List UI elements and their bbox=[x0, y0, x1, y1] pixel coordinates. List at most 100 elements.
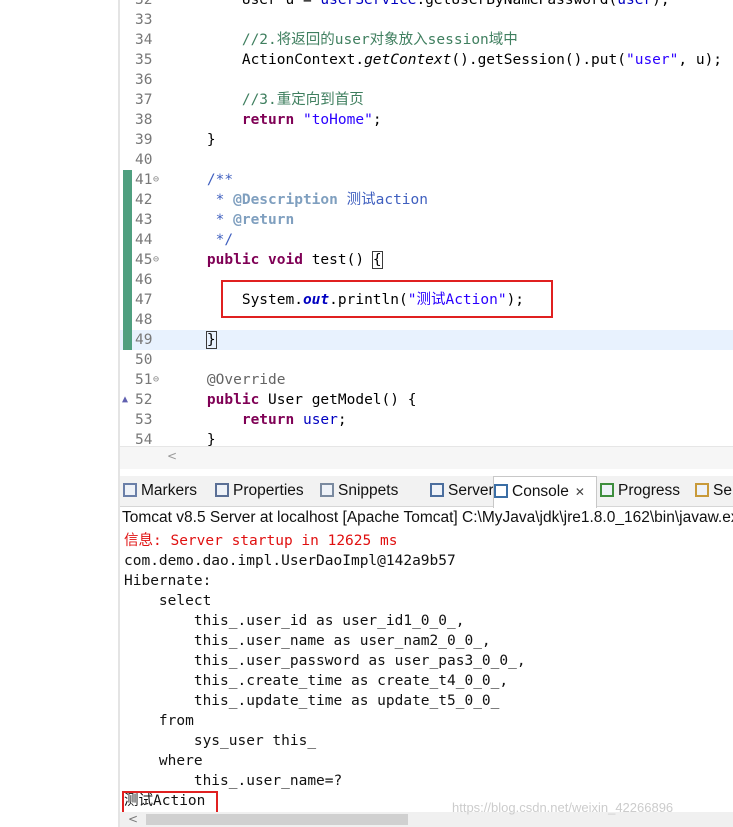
code-line[interactable]: 32 User u = userService.getUserByNamePas… bbox=[120, 0, 733, 10]
line-number: 36 bbox=[135, 72, 153, 88]
code-text: * @return bbox=[172, 212, 295, 228]
tab-properties[interactable]: Properties bbox=[215, 476, 304, 506]
change-marker bbox=[123, 330, 132, 350]
editor-horizontal-scrollbar[interactable]: < bbox=[120, 446, 733, 469]
code-line[interactable]: 34 //2.将返回的user对象放入session域中 bbox=[120, 30, 733, 50]
console-line: this_.user_name as user_nam2_0_0_, bbox=[124, 633, 491, 649]
line-number: 45 bbox=[135, 252, 153, 268]
highlight-box-println bbox=[221, 280, 553, 318]
console-line: where bbox=[124, 753, 203, 769]
console-line: this_.user_name=? bbox=[124, 773, 343, 789]
code-line[interactable]: 44 */ bbox=[120, 230, 733, 250]
code-text: public void test() { bbox=[206, 251, 383, 269]
code-text: * @Description 测试action bbox=[172, 192, 428, 208]
markers-icon bbox=[123, 483, 137, 497]
code-line[interactable]: 53 return user; bbox=[120, 410, 733, 430]
line-number: 37 bbox=[135, 92, 153, 108]
code-text: User u = userService.getUserByNamePasswo… bbox=[172, 0, 670, 8]
code-text: return "toHome"; bbox=[241, 112, 382, 128]
left-blank-area bbox=[0, 0, 118, 827]
code-line[interactable]: 35 ActionContext.getContext().getSession… bbox=[120, 50, 733, 70]
console-line: this_.create_time as create_t4_0_0_, bbox=[124, 673, 509, 689]
code-text: } bbox=[172, 132, 216, 148]
tab-se[interactable]: Se bbox=[695, 476, 732, 506]
tab-console[interactable]: Console ✕ bbox=[493, 476, 597, 508]
code-line[interactable]: 42 * @Description 测试action bbox=[120, 190, 733, 210]
code-line[interactable]: 49 } bbox=[120, 330, 733, 350]
change-marker bbox=[123, 270, 132, 290]
console-line: select bbox=[124, 593, 212, 609]
code-text: */ bbox=[172, 232, 234, 248]
code-line[interactable]: 33 bbox=[120, 10, 733, 30]
fold-toggle-icon[interactable]: ⊖ bbox=[153, 250, 159, 270]
console-line: this_.user_id as user_id1_0_0_, bbox=[124, 613, 465, 629]
tab-markers[interactable]: Markers bbox=[123, 476, 197, 506]
line-number: 41 bbox=[135, 172, 153, 188]
console-line: from bbox=[124, 713, 194, 729]
tab-progress[interactable]: Progress bbox=[600, 476, 680, 506]
code-editor[interactable]: 32 User u = userService.getUserByNamePas… bbox=[120, 0, 733, 470]
line-number: 52 bbox=[135, 392, 153, 408]
tab-label: Properties bbox=[233, 482, 304, 499]
line-number: 32 bbox=[135, 0, 153, 8]
code-line[interactable]: 43 * @return bbox=[120, 210, 733, 230]
override-marker-icon: ▲ bbox=[122, 394, 129, 405]
code-line[interactable]: 41 ⊖ /** bbox=[120, 170, 733, 190]
line-number: 46 bbox=[135, 272, 153, 288]
servers-icon bbox=[430, 483, 444, 497]
code-line[interactable]: 40 bbox=[120, 150, 733, 170]
code-line[interactable]: 51 ⊖ @Override bbox=[120, 370, 733, 390]
code-text: //3.重定向到首页 bbox=[241, 92, 364, 108]
tab-label: Se bbox=[713, 482, 732, 499]
change-marker bbox=[123, 290, 132, 310]
scrollbar-thumb[interactable] bbox=[146, 814, 408, 825]
console-line: this_.update_time as update_t5_0_0_ bbox=[124, 693, 509, 709]
line-number: 48 bbox=[135, 312, 153, 328]
code-text: //2.将返回的user对象放入session域中 bbox=[241, 32, 518, 48]
code-line[interactable]: ▲ 52 public User getModel() { bbox=[120, 390, 733, 410]
line-number: 38 bbox=[135, 112, 153, 128]
code-line[interactable]: 50 bbox=[120, 350, 733, 370]
search-icon bbox=[695, 483, 709, 497]
console-line: Hibernate: bbox=[124, 573, 221, 589]
close-icon[interactable]: ✕ bbox=[575, 485, 585, 499]
tab-label: Console bbox=[512, 483, 569, 500]
code-text: @Override bbox=[206, 372, 286, 388]
line-number: 49 bbox=[135, 332, 153, 348]
line-number: 39 bbox=[135, 132, 153, 148]
code-line[interactable]: 38 return "toHome"; bbox=[120, 110, 733, 130]
change-marker bbox=[123, 230, 132, 250]
code-text: public User getModel() { bbox=[206, 392, 417, 408]
console-launch-description: Tomcat v8.5 Server at localhost [Apache … bbox=[122, 509, 733, 526]
code-line[interactable]: 45 ⊖ public void test() { bbox=[120, 250, 733, 270]
console-line: com.demo.dao.impl.UserDaoImpl@142a9b57 bbox=[124, 553, 456, 569]
line-number: 33 bbox=[135, 12, 153, 28]
tab-label: Markers bbox=[141, 482, 197, 499]
code-text: ActionContext.getContext().getSession().… bbox=[172, 52, 723, 68]
code-line[interactable]: 39 } bbox=[120, 130, 733, 150]
code-text: /** bbox=[206, 172, 234, 188]
console-line: 信息: Server startup in 12625 ms bbox=[124, 533, 398, 549]
fold-toggle-icon[interactable]: ⊖ bbox=[153, 370, 159, 390]
change-marker bbox=[123, 170, 132, 190]
tab-label: Progress bbox=[618, 482, 681, 499]
line-number: 43 bbox=[135, 212, 153, 228]
line-number: 44 bbox=[135, 232, 153, 248]
tab-snippets[interactable]: Snippets bbox=[320, 476, 398, 506]
change-marker bbox=[123, 210, 132, 230]
line-number: 51 bbox=[135, 372, 153, 388]
change-marker bbox=[123, 190, 132, 210]
snippets-icon bbox=[320, 483, 334, 497]
code-line[interactable]: 36 bbox=[120, 70, 733, 90]
scroll-left-icon[interactable]: < bbox=[167, 449, 177, 463]
line-number: 53 bbox=[135, 412, 153, 428]
console-output[interactable]: 信息: Server startup in 12625 ms com.demo.d… bbox=[120, 530, 733, 820]
scroll-left-icon[interactable]: < bbox=[128, 812, 138, 826]
fold-toggle-icon[interactable]: ⊖ bbox=[153, 170, 159, 190]
line-number: 34 bbox=[135, 32, 153, 48]
line-number: 40 bbox=[135, 152, 153, 168]
tab-servers[interactable]: Servers bbox=[430, 476, 501, 506]
properties-icon bbox=[215, 483, 229, 497]
view-tab-bar: Markers Properties Snippets Servers Console ✕… bbox=[120, 476, 733, 508]
code-line[interactable]: 37 //3.重定向到首页 bbox=[120, 90, 733, 110]
